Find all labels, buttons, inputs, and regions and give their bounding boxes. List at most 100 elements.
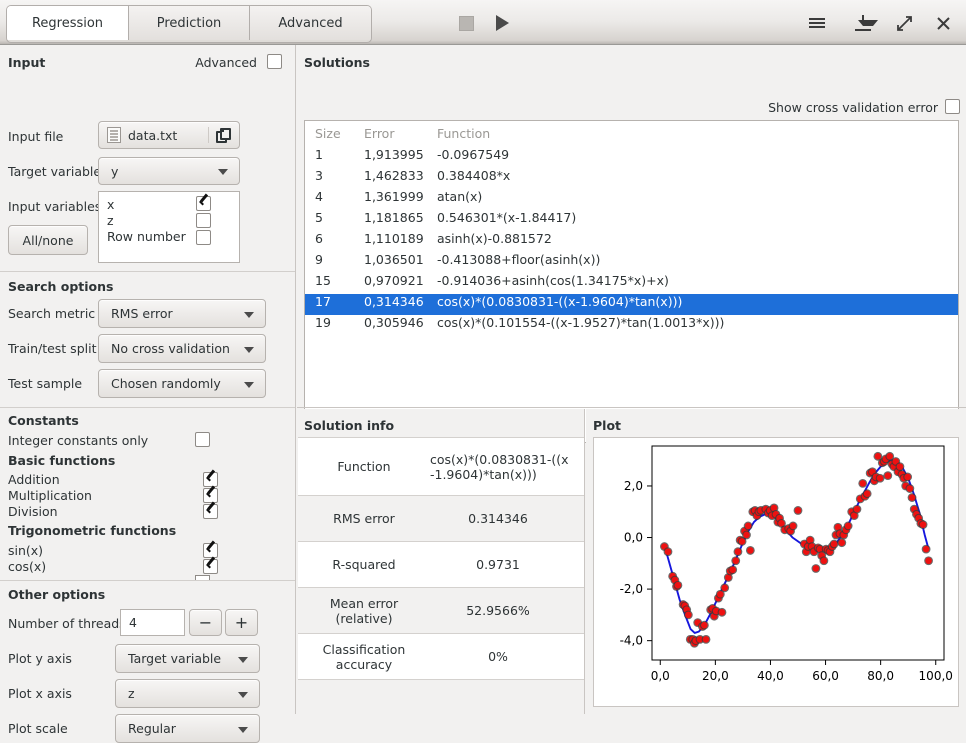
function-row-cos[interactable]: cos(x) — [8, 559, 287, 575]
plot-canvas[interactable]: -4,0 -2,0 0,0 2,0 0,0 20,0 40,0 60,0 80,0 100,0 — [593, 437, 959, 707]
cell-error: 0,970921 — [364, 273, 424, 288]
plot-y-axis-label: Plot y axis — [8, 651, 72, 666]
close-icon[interactable] — [932, 12, 954, 34]
test-sample-select[interactable]: Chosen randomly — [98, 369, 266, 398]
table-row[interactable]: 4 1,361999 atan(x) — [305, 189, 958, 210]
input-section-title: Input — [8, 55, 46, 70]
plot-panel: Plot -4,0 -2,0 0,0 2,0 0,0 20,0 40,0 60,0 80,0 10… — [586, 409, 966, 714]
cell-size: 9 — [315, 252, 323, 267]
cell-error: 0,305946 — [364, 315, 424, 330]
menu-icon[interactable] — [806, 12, 828, 34]
info-row-mean-error: Mean error (relative) 52.9566% — [298, 588, 584, 634]
solutions-table[interactable]: Size Error Function 1 1,913995 -0.096754… — [304, 120, 959, 443]
expand-icon[interactable] — [893, 12, 915, 34]
chevron-down-icon — [238, 726, 248, 733]
variable-checkbox-row-number[interactable] — [196, 230, 211, 245]
stop-icon[interactable] — [455, 12, 477, 34]
cell-function: atan(x) — [437, 189, 483, 204]
plot-x-axis-value: z — [128, 686, 135, 701]
function-row-division[interactable]: Division — [8, 504, 287, 520]
table-row[interactable]: 9 1,036501 -0.413088+floor(asinh(x)) — [305, 252, 958, 273]
table-row[interactable]: 6 1,110189 asinh(x)-0.881572 — [305, 231, 958, 252]
plot-y-axis-select[interactable]: Target variable — [115, 644, 260, 673]
divider — [208, 127, 209, 143]
cell-size: 1 — [315, 147, 323, 162]
function-checkbox-multiplication[interactable] — [203, 488, 218, 503]
info-value: 0% — [488, 649, 508, 664]
target-variable-select[interactable]: y — [98, 157, 240, 185]
advanced-label: Advanced — [195, 55, 257, 70]
svg-text:60,0: 60,0 — [812, 669, 839, 683]
all-none-button[interactable]: All/none — [8, 225, 88, 255]
play-icon[interactable] — [491, 12, 513, 34]
plus-icon: + — [234, 612, 249, 632]
function-label: Division — [8, 504, 58, 519]
cell-size: 15 — [315, 273, 331, 288]
function-checkbox-cos[interactable] — [203, 559, 218, 574]
function-row-sin[interactable]: sin(x) — [8, 543, 287, 559]
document-icon — [107, 127, 121, 143]
cell-function: -0.914036+asinh(cos(1.34175*x)+x) — [437, 273, 669, 288]
cell-function: asinh(x)-0.881572 — [437, 231, 552, 246]
download-icon[interactable] — [852, 12, 878, 34]
function-checkbox-addition[interactable] — [203, 472, 218, 487]
function-checkbox-division[interactable] — [203, 504, 218, 519]
plot-x-axis-select[interactable]: z — [115, 679, 260, 708]
list-item[interactable]: z — [107, 213, 114, 228]
svg-text:20,0: 20,0 — [702, 669, 729, 683]
train-test-split-select[interactable]: No cross validation — [98, 334, 266, 363]
chevron-down-icon — [218, 169, 228, 175]
advanced-checkbox[interactable] — [267, 54, 282, 69]
input-variables-list[interactable]: x z Row number — [98, 191, 240, 263]
cross-validation-checkbox[interactable] — [945, 99, 960, 114]
table-row[interactable]: 1 1,913995 -0.0967549 — [305, 147, 958, 168]
solutions-panel: Solutions Show cross validation error Si… — [297, 45, 966, 443]
search-metric-select[interactable]: RMS error — [98, 299, 266, 328]
function-checkbox-sin[interactable] — [203, 543, 218, 558]
plot-svg: -4,0 -2,0 0,0 2,0 0,0 20,0 40,0 60,0 80,0 100,0 — [620, 445, 953, 683]
threads-label: Number of threads — [8, 616, 126, 631]
list-item[interactable]: Row number — [107, 229, 186, 244]
solution-info-title: Solution info — [304, 418, 395, 433]
solution-info-panel: Solution info Function cos(x)*(0.0830831… — [297, 409, 585, 714]
list-item[interactable]: x — [107, 197, 114, 212]
table-row[interactable]: 5 1,181865 0.546301*(x-1.84417) — [305, 210, 958, 231]
input-file-label: Input file — [8, 129, 64, 144]
info-row-classification-accuracy: Classification accuracy 0% — [298, 634, 584, 680]
threads-decrement-button[interactable]: − — [189, 609, 222, 636]
function-row-multiplication[interactable]: Multiplication — [8, 488, 287, 504]
info-key: Mean error (relative) — [329, 595, 399, 626]
plot-x-axis-label: Plot x axis — [8, 686, 72, 701]
integer-constants-checkbox[interactable] — [195, 432, 210, 447]
function-label: Multiplication — [8, 488, 92, 503]
plot-scale-select[interactable]: Regular — [115, 714, 260, 743]
input-variables-label: Input variables — [8, 199, 102, 214]
table-row[interactable]: 3 1,462833 0.384408*x — [305, 168, 958, 189]
input-file-button[interactable]: data.txt — [98, 121, 240, 149]
info-row-empty — [298, 680, 584, 712]
plot-scale-label: Plot scale — [8, 721, 68, 736]
input-file-name: data.txt — [128, 127, 178, 143]
svg-text:2,0: 2,0 — [624, 479, 643, 493]
threads-increment-button[interactable]: + — [225, 609, 258, 636]
cell-function: -0.413088+floor(asinh(x)) — [437, 252, 601, 267]
search-options-title: Search options — [8, 279, 114, 294]
info-row-function: Function cos(x)*(0.0830831-((x-1.9604)*t… — [298, 438, 584, 496]
info-value: 52.9566% — [466, 603, 530, 618]
info-row-r-squared: R-squared 0.9731 — [298, 542, 584, 588]
svg-text:100,0: 100,0 — [919, 669, 953, 683]
info-key: RMS error — [333, 511, 395, 526]
table-row[interactable]: 15 0,970921 -0.914036+asinh(cos(1.34175*… — [305, 273, 958, 294]
function-row-addition[interactable]: Addition — [8, 472, 287, 488]
threads-input[interactable]: 4 — [120, 609, 185, 636]
copy-icon[interactable] — [216, 128, 232, 144]
test-sample-value: Chosen randomly — [111, 376, 221, 391]
variable-checkbox-z[interactable] — [196, 213, 211, 228]
table-row[interactable]: 19 0,305946 cos(x)*(0.101554-((x-1.9527)… — [305, 315, 958, 336]
divider — [0, 580, 295, 581]
table-row-selected[interactable]: 17 0,314346 cos(x)*(0.0830831-((x-1.9604… — [305, 294, 958, 315]
solutions-title: Solutions — [304, 55, 370, 70]
variable-checkbox-x[interactable] — [196, 196, 211, 211]
cell-error: 1,361999 — [364, 189, 424, 204]
all-none-label: All/none — [22, 232, 74, 248]
